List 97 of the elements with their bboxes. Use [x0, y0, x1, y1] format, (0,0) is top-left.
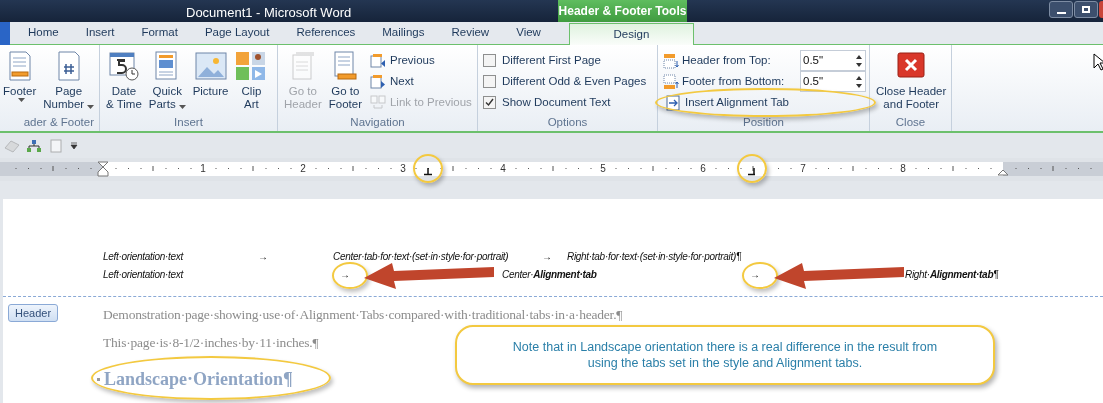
ribbon-tab[interactable]: Insert	[76, 22, 124, 44]
checkbox[interactable]	[483, 96, 496, 109]
group-label: Options	[547, 115, 588, 129]
button-label: Clip	[241, 85, 262, 98]
button-label: Number	[43, 98, 95, 111]
spin-field[interactable]: 0.5"	[800, 71, 866, 92]
clip-art-icon	[235, 50, 268, 82]
ribbon-small-button[interactable]: Next	[367, 71, 416, 92]
hierarchy-icon[interactable]	[26, 138, 42, 153]
button-label: Close Header	[876, 85, 947, 98]
callout-note: Note that in Landscape orientation there is a real difference in the result from using the tabs set in the style and Alignment tabs.	[455, 325, 995, 385]
group-label: Insert	[174, 115, 203, 129]
ruler-number: 7	[799, 162, 807, 176]
button-label: and Footer	[883, 98, 939, 111]
header-tag: Header	[8, 304, 59, 322]
button-label: Go to	[331, 85, 360, 98]
ribbon-button[interactable]: Close Header and Footer	[873, 49, 950, 113]
caret-icon	[17, 98, 25, 102]
ribbon-tab[interactable]: Mailings	[373, 22, 434, 44]
caret-icon	[178, 105, 186, 109]
ribbon-button[interactable]: Date & Time	[103, 49, 145, 113]
checkbox-label: Different First Page	[502, 52, 601, 68]
button-label: Go to	[288, 85, 317, 98]
header-text: Left·orientation·text	[103, 268, 183, 282]
window-title: Document1 - Microsoft Word	[186, 4, 352, 22]
header-text: Center·Alignment·tab	[502, 268, 597, 282]
ruler-number: 5	[599, 162, 607, 176]
ribbon-tab[interactable]: Page Layout	[195, 22, 279, 44]
button-label: Header	[284, 98, 322, 111]
ribbon-tab[interactable]: References	[287, 22, 365, 44]
header-position-icon	[663, 52, 679, 69]
header-text: Left·orientation·text	[103, 250, 183, 264]
ribbon-small-button[interactable]: Insert Alignment Tab	[663, 92, 791, 113]
group-label: ader & Footer	[23, 115, 94, 129]
ribbon-tab[interactable]: Home	[19, 22, 68, 44]
alignment-tab-icon	[665, 94, 681, 111]
button-label: Art	[244, 98, 259, 111]
ribbon-button[interactable]: Picture	[189, 49, 232, 113]
button-label: Footer	[328, 98, 362, 111]
button-label: Date	[111, 85, 137, 98]
ribbon-button[interactable]: Footer	[0, 49, 40, 113]
tab-mark: →	[258, 250, 268, 264]
ruler-number: 2	[299, 162, 307, 176]
header-text: Right·tab·for·text·(set·in·style·for·portrait)¶	[567, 250, 742, 264]
header-text: Right·Alignment·tab¶	[905, 268, 999, 282]
ribbon-button[interactable]: Quick Parts	[145, 49, 189, 113]
checkbox[interactable]	[483, 75, 496, 88]
checkbox-label: Different Odd & Even Pages	[502, 73, 647, 89]
header-text: Center·tab·for·text·(set·in·style·for·portrait)	[333, 250, 509, 264]
tab-mark: →	[542, 250, 552, 264]
ruler-number: 1	[199, 162, 207, 176]
picture-icon	[194, 50, 227, 82]
checkbox[interactable]	[483, 54, 496, 67]
tab-mark: →	[750, 268, 760, 282]
ribbon-tab[interactable]: Design	[568, 23, 694, 45]
ribbon-tab[interactable]: Format	[132, 22, 187, 44]
contextual-tab-header: Header & Footer Tools	[558, 0, 687, 22]
button-label: & Time	[106, 98, 142, 111]
button-label: Parts	[148, 98, 186, 111]
paragraph: Demonstration·page·showing·use·of·Alignment·Tabs·compared·with·traditional·tabs·in·a·header.¶	[103, 307, 623, 322]
link-icon	[369, 94, 386, 111]
group-label: Navigation	[350, 115, 405, 129]
ruler-number: 6	[699, 162, 707, 176]
ribbon-tab[interactable]: View	[507, 22, 550, 44]
ruler-number: 8	[899, 162, 907, 176]
field-label: Header from Top:	[682, 52, 772, 68]
ribbon-button[interactable]: Clip Art	[232, 49, 271, 113]
next-icon	[369, 73, 386, 90]
button-label: Page	[55, 85, 83, 98]
button-label: Quick	[152, 85, 182, 98]
tab-mark: →	[340, 268, 350, 282]
ruler-number: 3	[399, 162, 407, 176]
paragraph: This·page·is·8-1/2·inches·by·11·inches.¶	[103, 335, 319, 350]
checkbox-label: Show Document Text	[502, 94, 611, 110]
button-label: Picture	[192, 85, 229, 98]
footer-position-icon	[663, 73, 679, 90]
caret-icon	[87, 105, 95, 109]
heading: Landscape·Orientation¶	[104, 368, 293, 391]
ribbon-button[interactable]: Page Number	[40, 49, 98, 113]
ribbon-small-button[interactable]: Previous	[367, 50, 437, 71]
tab-stop-icon[interactable]	[748, 167, 757, 176]
ruler-number: 4	[499, 162, 507, 176]
mouse-pointer-icon	[1093, 53, 1103, 71]
bullet-mark	[97, 378, 100, 381]
ribbon-button[interactable]: Go to Footer	[325, 49, 365, 113]
spin-field[interactable]: 0.5"	[800, 50, 866, 71]
button-label: Footer	[3, 85, 37, 98]
group-label: Close	[895, 115, 926, 129]
field-label: Footer from Bottom:	[682, 73, 786, 89]
group-label: Position	[743, 115, 784, 129]
customize-icon[interactable]	[70, 141, 78, 150]
previous-icon	[369, 52, 386, 69]
calendar-clock-icon	[107, 50, 140, 82]
restore-button[interactable]	[1074, 1, 1098, 18]
ribbon-tab[interactable]: Review	[442, 22, 499, 44]
tab-stop-icon[interactable]	[423, 167, 432, 176]
minimize-button[interactable]	[1049, 1, 1073, 18]
